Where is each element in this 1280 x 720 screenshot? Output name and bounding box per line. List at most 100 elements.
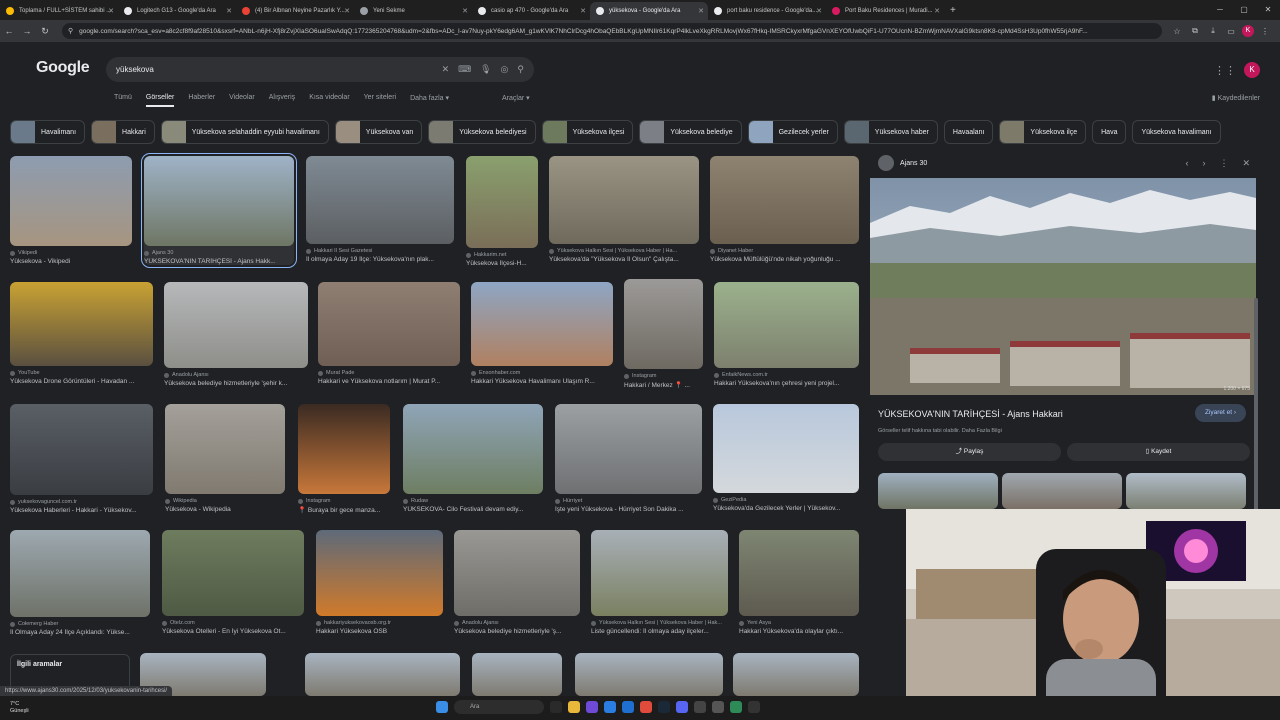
google-logo[interactable]: Google (36, 59, 90, 77)
saved-button[interactable]: ▮ Kaydedilenler (1212, 94, 1260, 102)
app-icon[interactable] (586, 701, 598, 713)
tab-close-icon[interactable]: ✕ (344, 7, 350, 15)
result-thumbnail[interactable] (549, 156, 699, 244)
image-result[interactable] (305, 653, 460, 696)
browser-tab[interactable]: Port Baku Residences | Muradi... ✕ (826, 2, 944, 20)
search-tab[interactable]: Alışveriş (269, 94, 295, 107)
tab-close-icon[interactable]: ✕ (226, 7, 232, 15)
image-result[interactable]: Hakkari İl Sesi Gazetesi İl olmaya Aday 1… (306, 156, 454, 263)
image-result[interactable]: Yüksekova Halkın Sesi | Yüksekova Haber … (591, 530, 728, 635)
image-result[interactable] (575, 653, 723, 696)
taskbar-search[interactable]: Ara (454, 700, 544, 714)
panel-site-name[interactable]: Ajans 30 (900, 160, 927, 167)
tab-close-icon[interactable]: ✕ (462, 7, 468, 15)
result-caption[interactable]: Yüksekova - Wikipedia (165, 506, 285, 513)
task-view-icon[interactable] (550, 701, 562, 713)
image-result[interactable]: YouTube Yüksekova Drone Görüntüleri - Hav… (10, 282, 153, 385)
result-caption[interactable]: Yüksekova Drone Görüntüleri - Havadan ..… (10, 378, 153, 385)
filter-chip[interactable]: Yüksekova belediyesi (428, 120, 536, 144)
sidebar-icon[interactable]: ▭ (1224, 27, 1238, 36)
result-thumbnail[interactable] (591, 530, 728, 616)
related-image[interactable] (1126, 473, 1246, 509)
result-caption[interactable]: Hakkari Yüksekova OSB (316, 628, 443, 635)
result-caption[interactable]: Yüksekova - Vikipedi (10, 258, 132, 265)
search-tab[interactable]: Tümü (114, 94, 132, 107)
extensions-icon[interactable]: ⧉ (1188, 26, 1202, 36)
result-thumbnail[interactable] (144, 156, 294, 246)
related-image[interactable] (878, 473, 998, 509)
result-thumbnail[interactable] (471, 282, 613, 366)
image-result[interactable]: Anadolu Ajansı Yüksekova belediye hizmetl… (164, 282, 308, 387)
address-bar[interactable]: ⚲ google.com/search?sca_esv=a8c2cf8f9af2… (62, 23, 1162, 39)
result-thumbnail[interactable] (164, 282, 308, 368)
save-button[interactable]: ▯ Kaydet (1067, 443, 1250, 461)
weather-widget[interactable]: 7°C Güneşli (10, 701, 29, 715)
result-thumbnail[interactable] (10, 156, 132, 246)
more-icon[interactable]: ⋮ (1219, 158, 1228, 169)
settings-icon[interactable] (712, 701, 724, 713)
search-icon[interactable]: ⚲ (517, 64, 524, 75)
result-caption[interactable]: Yüksekova'da "Yüksekova İl Olsun" Çalışt… (549, 256, 699, 263)
image-result[interactable]: Murat Pade Hakkari ve Yüksekova notlarım … (318, 282, 460, 385)
file-explorer-icon[interactable] (568, 701, 580, 713)
image-result[interactable]: Yüksekova Halkın Sesi | Yüksekova Haber … (549, 156, 699, 263)
filter-chip[interactable]: Yüksekova van (334, 120, 423, 144)
edge-icon[interactable] (604, 701, 616, 713)
result-thumbnail[interactable] (306, 156, 454, 244)
result-caption[interactable]: İl olmaya Aday 19 İlçe: Yüksekova'nın pl… (306, 256, 454, 263)
filter-chip[interactable]: Gezilecek yerler (747, 120, 838, 144)
filter-chip[interactable]: Yüksekova ilçesi (541, 120, 634, 144)
result-caption[interactable]: Yüksekova İlçesi-H... (466, 260, 538, 267)
steam-icon[interactable] (658, 701, 670, 713)
image-result[interactable]: Instagram Hakkari / Merkez 📍 ... (624, 279, 703, 389)
preview-image[interactable]: 1.200 × 675 (870, 178, 1256, 395)
menu-icon[interactable]: ⋮ (1258, 27, 1272, 36)
filter-chip[interactable]: Yüksekova selahaddin eyyubi havalimanı (160, 120, 329, 144)
result-caption[interactable]: Yüksekova Haberleri - Hakkari - Yüksekov… (10, 507, 153, 514)
image-result[interactable]: Cołemerg Haber İl Olmaya Aday 24 İlçe Açı… (10, 530, 150, 636)
browser-tab[interactable]: port baku residence - Google'da... ✕ (708, 2, 826, 20)
image-result[interactable] (472, 653, 562, 696)
result-caption[interactable]: İşte yeni Yüksekova - Hürriyet Son Dakik… (555, 506, 702, 513)
result-thumbnail[interactable] (710, 156, 859, 244)
browser-tab[interactable]: Toplama / FULL+SİSTEM sahibi ... ✕ (0, 2, 118, 20)
image-result[interactable]: Diyanet Haber Yüksekova Müftülüğü'nde nik… (710, 156, 859, 263)
search-tab[interactable]: Videolar (229, 94, 255, 107)
result-caption[interactable]: Liste güncellendi: İl olmaya aday ilçele… (591, 628, 728, 635)
result-thumbnail[interactable] (624, 279, 703, 369)
result-thumbnail[interactable] (739, 530, 859, 616)
minimize-icon[interactable]: ─ (1208, 0, 1232, 20)
keyboard-icon[interactable]: ⌨ (458, 64, 471, 75)
close-window-icon[interactable]: ✕ (1256, 0, 1280, 20)
image-result[interactable]: Vikipedi Yüksekova - Vikipedi (10, 156, 132, 265)
download-icon[interactable]: ⤓ (1206, 26, 1220, 36)
back-icon[interactable]: ← (0, 26, 18, 36)
browser-tab[interactable]: yüksekova - Google'da Ara ✕ (590, 2, 708, 20)
filter-chip[interactable]: Hakkari (91, 120, 155, 144)
windows-start-icon[interactable] (436, 701, 448, 713)
image-result[interactable] (733, 653, 859, 696)
filter-chip[interactable]: Yüksekova havalimanı (1132, 120, 1221, 144)
image-result[interactable]: Hakkarim.net Yüksekova İlçesi-H... (466, 156, 538, 267)
share-button[interactable]: ⤴ Paylaş (878, 443, 1061, 461)
tab-close-icon[interactable]: ✕ (108, 7, 114, 15)
image-result[interactable]: EnfaikNews.com.tr Hakkari Yüksekova'nın ç… (714, 282, 859, 387)
media-player-icon[interactable] (748, 701, 760, 713)
result-caption[interactable]: YÜKSEKOVA'NIN TARİHÇESİ - Ajans Hakk... (144, 258, 294, 265)
result-thumbnail[interactable] (10, 282, 153, 366)
result-thumbnail[interactable] (316, 530, 443, 616)
search-tab[interactable]: Daha fazla ▾ (410, 94, 449, 107)
result-caption[interactable]: 📍 Buraya bir gece manza... (298, 506, 390, 514)
result-thumbnail[interactable] (162, 530, 304, 616)
discord-icon[interactable] (676, 701, 688, 713)
result-caption[interactable]: Yüksekova Müftülüğü'nde nikah yoğunluğu … (710, 256, 859, 263)
browser-tab[interactable]: casio ap 470 - Google'da Ara ✕ (472, 2, 590, 20)
app-icon[interactable] (694, 701, 706, 713)
clear-icon[interactable]: ✕ (442, 64, 450, 75)
result-thumbnail[interactable] (555, 404, 702, 494)
next-icon[interactable]: › (1202, 158, 1205, 169)
mic-icon[interactable]: 🎙 (480, 64, 491, 75)
image-result[interactable]: Otelz.com Yüksekova Otelleri - En İyi Yük… (162, 530, 304, 635)
image-result[interactable]: Anadolu Ajansı Yüksekova belediye hizmetl… (454, 530, 580, 635)
search-box[interactable]: yüksekova ✕ ⌨ 🎙 ◎ ⚲ (106, 57, 534, 82)
